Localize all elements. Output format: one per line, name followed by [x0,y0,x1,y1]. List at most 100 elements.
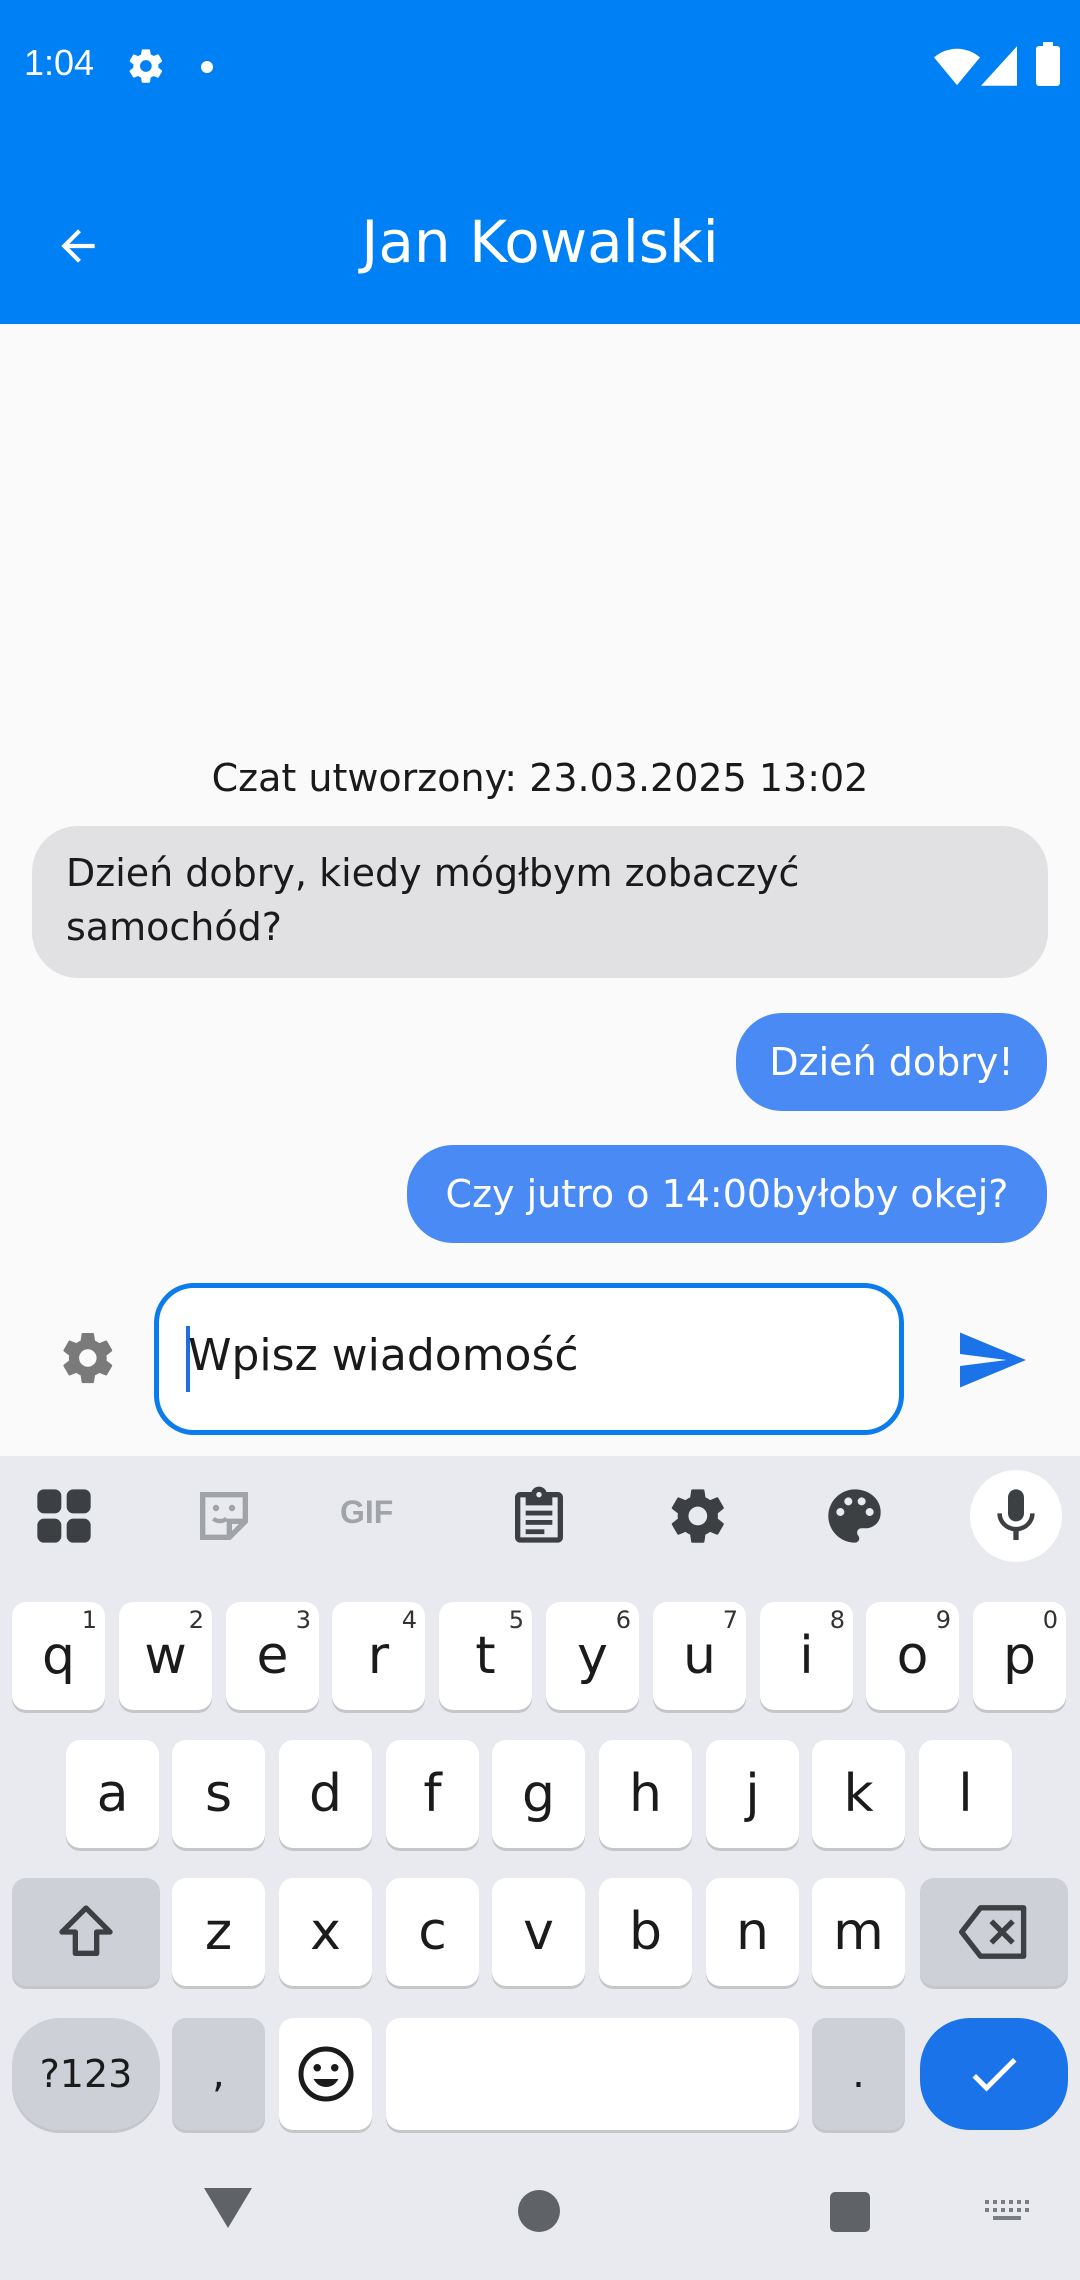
message-bubble-sent: Czy jutro o 14:00byłoby okej? [407,1145,1047,1243]
chat-created-label: Czat utworzony: 23.03.2025 13:02 [211,756,869,800]
status-time: 1:04 [24,42,95,83]
emoji-key[interactable] [279,2018,372,2130]
key-b[interactable]: b [599,1878,692,1986]
nav-home-icon[interactable] [518,2190,560,2232]
key-g[interactable]: g [492,1740,585,1848]
key-z[interactable]: z [172,1878,265,1986]
palette-icon[interactable] [823,1484,887,1548]
key-label: o [896,1626,929,1686]
key-label: k [843,1764,874,1824]
key-label: s [204,1764,233,1824]
key-hint: 5 [508,1606,524,1634]
key-x[interactable]: x [279,1878,372,1986]
key-label: y [577,1626,608,1686]
key-c[interactable]: c [386,1878,479,1986]
emoji-icon [298,2046,353,2102]
space-key[interactable] [386,2018,799,2130]
apps-icon[interactable] [32,1484,96,1548]
keyboard-switch-icon[interactable] [985,2200,1029,2224]
key-o[interactable]: o9 [866,1602,959,1710]
key-label: h [629,1764,662,1824]
key-hint: 2 [188,1606,204,1634]
key-i[interactable]: i8 [760,1602,853,1710]
enter-key[interactable] [920,2018,1068,2130]
key-q[interactable]: q1 [12,1602,105,1710]
key-label: u [683,1626,716,1686]
send-button[interactable] [960,1332,1026,1388]
key-label: m [833,1902,884,1962]
key-label: t [475,1626,496,1686]
nav-back-icon[interactable] [204,2188,252,2228]
key-a[interactable]: a [66,1740,159,1848]
comma-key[interactable]: , [172,2018,265,2130]
battery-icon [1036,42,1060,86]
key-f[interactable]: f [386,1740,479,1848]
message-bubble-sent: Dzień dobry! [736,1013,1047,1111]
gif-button[interactable]: GIF [340,1494,393,1531]
message-bubble-received: Dzień dobry, kiedy mógłbym zobaczyć samo… [32,826,1048,978]
key-label: l [958,1764,973,1824]
key-hint: 3 [295,1606,311,1634]
key-label: p [1002,1626,1036,1686]
clipboard-icon[interactable] [507,1484,571,1548]
wifi-icon [934,48,980,86]
key-hint: 6 [615,1606,631,1634]
key-u[interactable]: u7 [653,1602,746,1710]
chat-settings-button[interactable] [58,1328,118,1388]
shift-key[interactable] [12,1878,160,1986]
key-label: e [256,1626,289,1686]
message-input-placeholder: Wpisz wiadomość [188,1330,579,1381]
key-label: z [204,1902,233,1962]
key-label: q [41,1626,75,1686]
key-label: v [523,1902,554,1962]
symbols-key[interactable]: ?123 [12,2018,160,2130]
key-y[interactable]: y6 [546,1602,639,1710]
signal-icon [981,46,1017,86]
key-h[interactable]: h [599,1740,692,1848]
notification-dot-icon [201,61,213,73]
keyboard-settings-icon[interactable] [666,1484,730,1548]
period-key[interactable]: . [812,2018,905,2130]
key-label: j [745,1764,760,1824]
shift-icon [59,1905,113,1956]
key-label: n [736,1902,769,1962]
key-hint: 0 [1042,1606,1058,1634]
key-label: c [418,1902,447,1962]
key-label: i [799,1626,814,1686]
key-hint: 1 [81,1606,97,1634]
key-d[interactable]: d [279,1740,372,1848]
nav-recents-icon[interactable] [830,2192,870,2232]
key-j[interactable]: j [706,1740,799,1848]
key-w[interactable]: w2 [119,1602,212,1710]
soft-keyboard [0,1456,1080,2280]
key-e[interactable]: e3 [226,1602,319,1710]
key-r[interactable]: r4 [332,1602,425,1710]
mic-icon [997,1489,1035,1540]
key-hint: 4 [401,1606,417,1634]
key-hint: 8 [829,1606,845,1634]
sticker-icon[interactable] [192,1484,256,1548]
key-label: w [144,1626,187,1686]
key-label: r [367,1626,390,1686]
backspace-icon [959,1905,1027,1959]
key-p[interactable]: p0 [973,1602,1066,1710]
key-l[interactable]: l [919,1740,1012,1848]
key-m[interactable]: m [812,1878,905,1986]
key-v[interactable]: v [492,1878,585,1986]
key-t[interactable]: t5 [439,1602,532,1710]
check-icon [972,2058,1017,2092]
backspace-key[interactable] [920,1878,1068,1986]
key-n[interactable]: n [706,1878,799,1986]
key-s[interactable]: s [172,1740,265,1848]
key-label: a [96,1764,129,1824]
key-label: d [308,1764,342,1824]
key-hint: 7 [722,1606,738,1634]
key-label: b [628,1902,662,1962]
settings-notification-icon [129,49,163,83]
key-label: f [423,1764,442,1824]
key-hint: 9 [935,1606,951,1634]
key-k[interactable]: k [812,1740,905,1848]
key-label: g [521,1764,555,1824]
key-label: x [310,1902,341,1962]
chat-title: Jan Kowalski [361,208,719,276]
